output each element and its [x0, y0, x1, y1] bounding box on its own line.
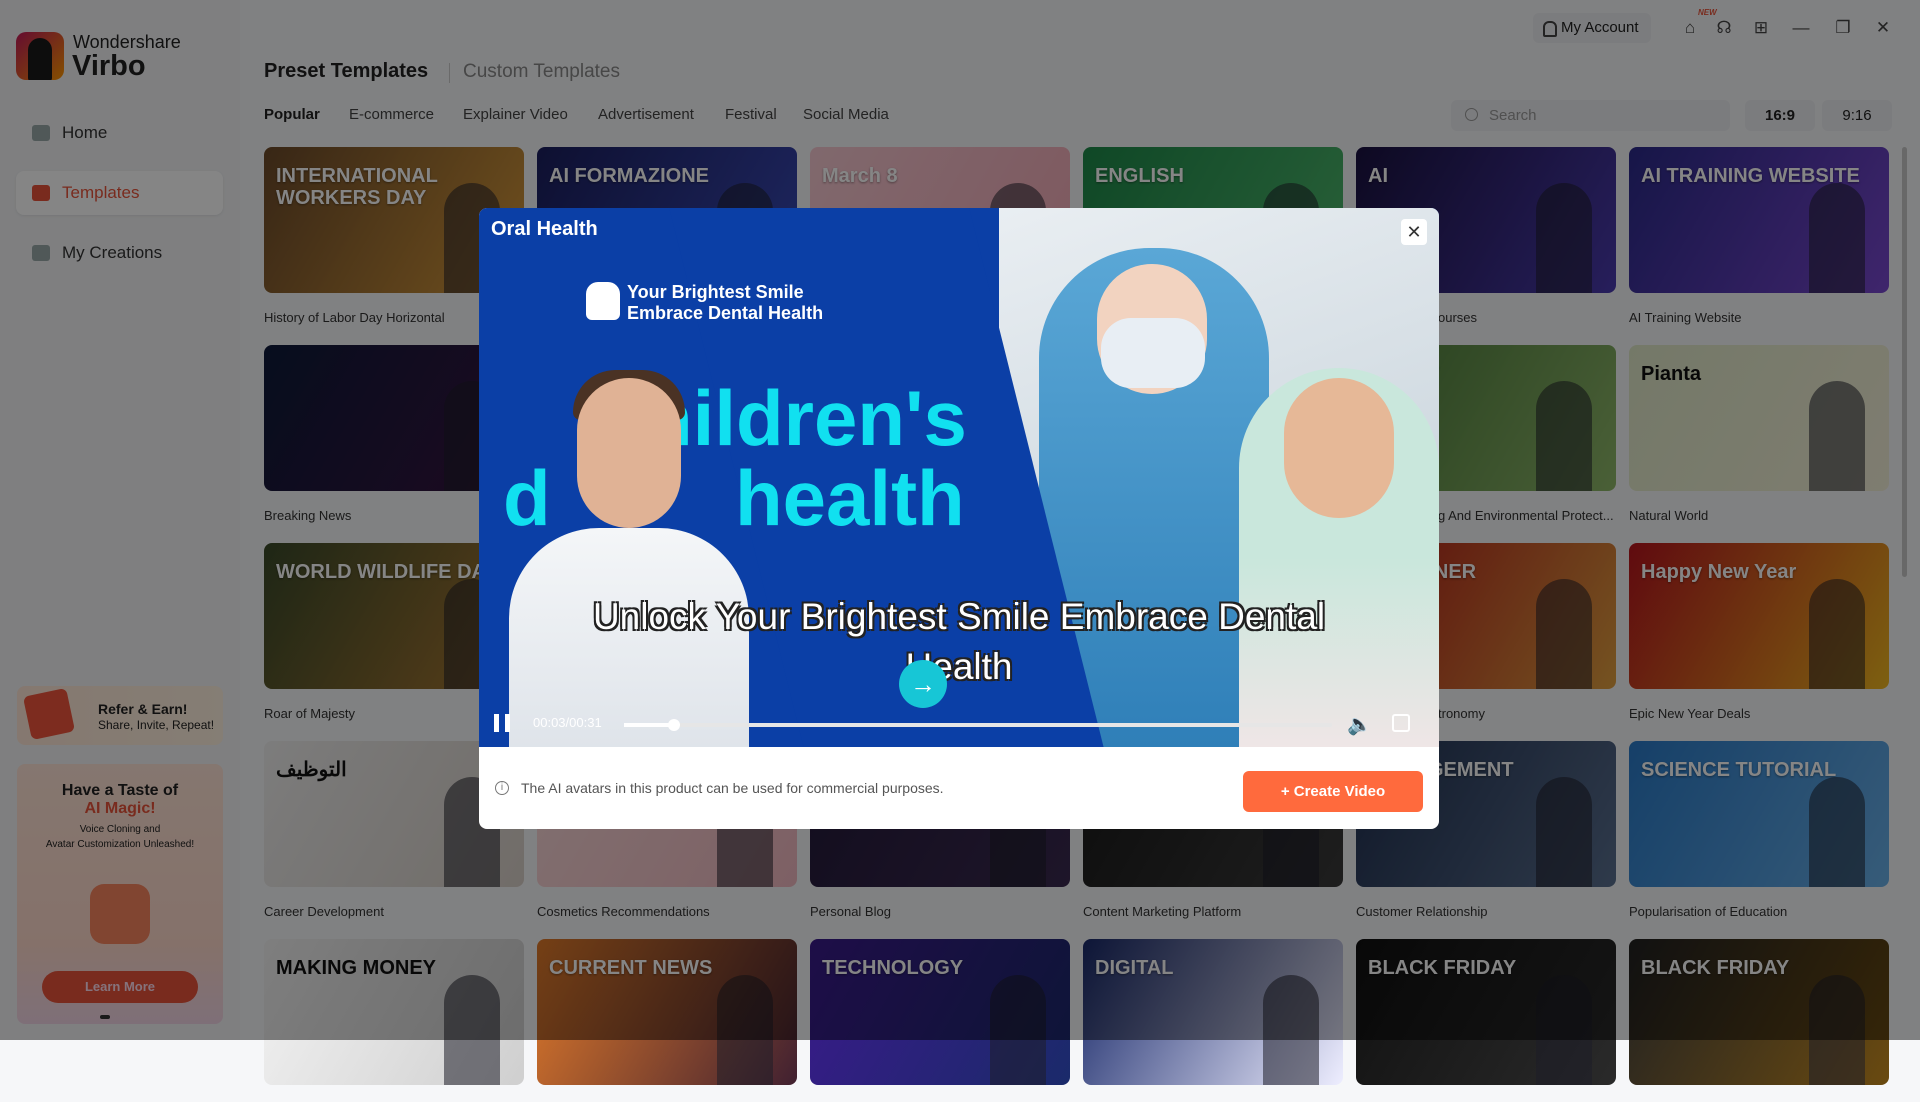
fullscreen-icon[interactable]: [1392, 714, 1410, 732]
modal-title: Oral Health: [491, 218, 598, 240]
commercial-notice: The AI avatars in this product can be us…: [521, 780, 944, 796]
close-icon[interactable]: ✕: [1401, 219, 1427, 245]
template-preview-modal: Your Brightest Smile Embrace Dental Healt…: [479, 208, 1439, 829]
video-player[interactable]: Your Brightest Smile Embrace Dental Healt…: [479, 208, 1439, 747]
video-headline: Your Brightest Smile Embrace Dental Healt…: [627, 282, 824, 323]
video-time: 00:03/00:31: [533, 715, 602, 730]
video-big-text: health: [735, 454, 965, 542]
tooth-icon: [586, 282, 620, 320]
pause-icon[interactable]: [494, 714, 510, 732]
video-progress-slider[interactable]: [624, 719, 1332, 731]
volume-icon[interactable]: 🔈: [1347, 712, 1372, 737]
info-icon: i: [495, 781, 509, 795]
video-subtitle: Unlock Your Brightest Smile Embrace Dent…: [592, 596, 1326, 687]
arrow-right-icon: →: [899, 660, 947, 708]
modal-footer: i The AI avatars in this product can be …: [479, 747, 1439, 829]
create-video-button[interactable]: + Create Video: [1243, 771, 1423, 812]
